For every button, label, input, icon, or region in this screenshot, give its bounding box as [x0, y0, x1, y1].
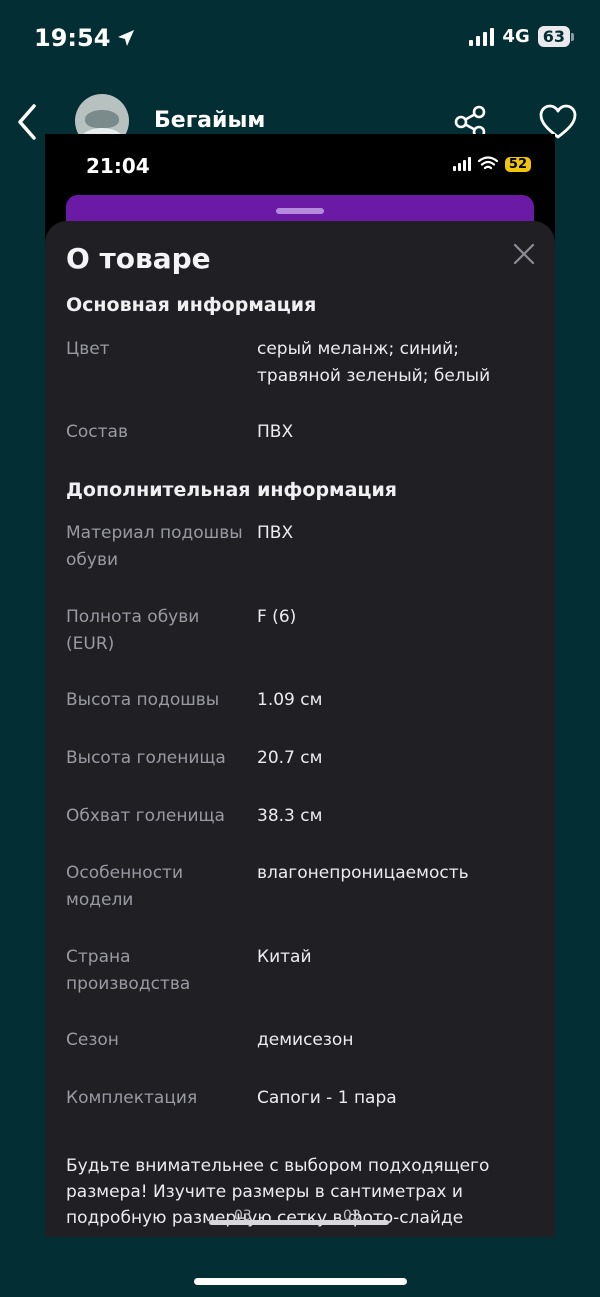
section-title-main: Основная информация — [66, 294, 317, 316]
outer-status-bar: 19:54 4G 63 — [0, 0, 600, 78]
spec-value: серый меланж; синий; травяной зеленый; б… — [257, 339, 491, 386]
inner-signal-icon — [452, 157, 471, 171]
spec-value: Китай — [257, 947, 312, 967]
spec-value: 1.09 см — [257, 690, 323, 710]
location-arrow-icon — [118, 30, 135, 46]
outer-status-time: 19:54 — [34, 24, 111, 52]
spec-label: Особенности модели — [66, 863, 183, 910]
inner-battery-indicator: 52 — [504, 156, 531, 172]
close-icon[interactable] — [511, 241, 537, 267]
spec-value: 20.7 см — [257, 748, 323, 768]
home-indicator[interactable] — [194, 1278, 407, 1285]
spec-label: Страна производства — [66, 947, 191, 994]
video-scrubber[interactable] — [209, 1220, 389, 1225]
spec-label: Цвет — [66, 339, 110, 359]
spec-label: Состав — [66, 422, 128, 442]
sheet-drag-handle[interactable] — [276, 208, 324, 214]
network-type: 4G — [502, 26, 530, 47]
section-title-additional: Дополнительная информация — [66, 479, 397, 501]
back-chevron-icon[interactable] — [12, 102, 42, 142]
product-info-sheet: О товаре Основная информация Цвет серый … — [45, 221, 555, 1237]
spec-label: Обхват голенища — [66, 806, 225, 826]
spec-label: Полнота обуви (EUR) — [66, 607, 200, 654]
spec-value: F (6) — [257, 607, 297, 627]
spec-label: Комплектация — [66, 1088, 198, 1108]
battery-indicator: 63 — [537, 26, 575, 47]
wifi-icon — [477, 156, 498, 170]
inner-status-time: 21:04 — [86, 154, 150, 178]
spec-label: Материал подошвы обуви — [66, 523, 243, 570]
spec-value: влагонепроницаемость — [257, 863, 469, 883]
outer-status-time-group: 19:54 — [34, 24, 136, 52]
spec-label: Высота голенища — [66, 748, 226, 768]
spec-value: ПВХ — [257, 422, 294, 442]
inner-status-bar: 21:04 52 — [45, 134, 555, 196]
spec-value: Сапоги - 1 пара — [257, 1088, 397, 1108]
user-name[interactable]: Бегайым — [154, 108, 265, 133]
outer-status-indicators: 4G 63 — [469, 26, 575, 47]
inner-status-indicators: 52 — [452, 156, 531, 172]
spec-value: ПВХ — [257, 523, 294, 543]
signal-icon — [469, 27, 495, 46]
spec-label: Высота подошвы — [66, 690, 220, 710]
sheet-title: О товаре — [66, 242, 211, 275]
spec-label: Сезон — [66, 1030, 119, 1050]
spec-value: демисезон — [257, 1030, 354, 1050]
shared-screenshot[interactable]: 21:04 52 О товаре Основная информация Цв… — [45, 134, 555, 1237]
spec-value: 38.3 см — [257, 806, 323, 826]
